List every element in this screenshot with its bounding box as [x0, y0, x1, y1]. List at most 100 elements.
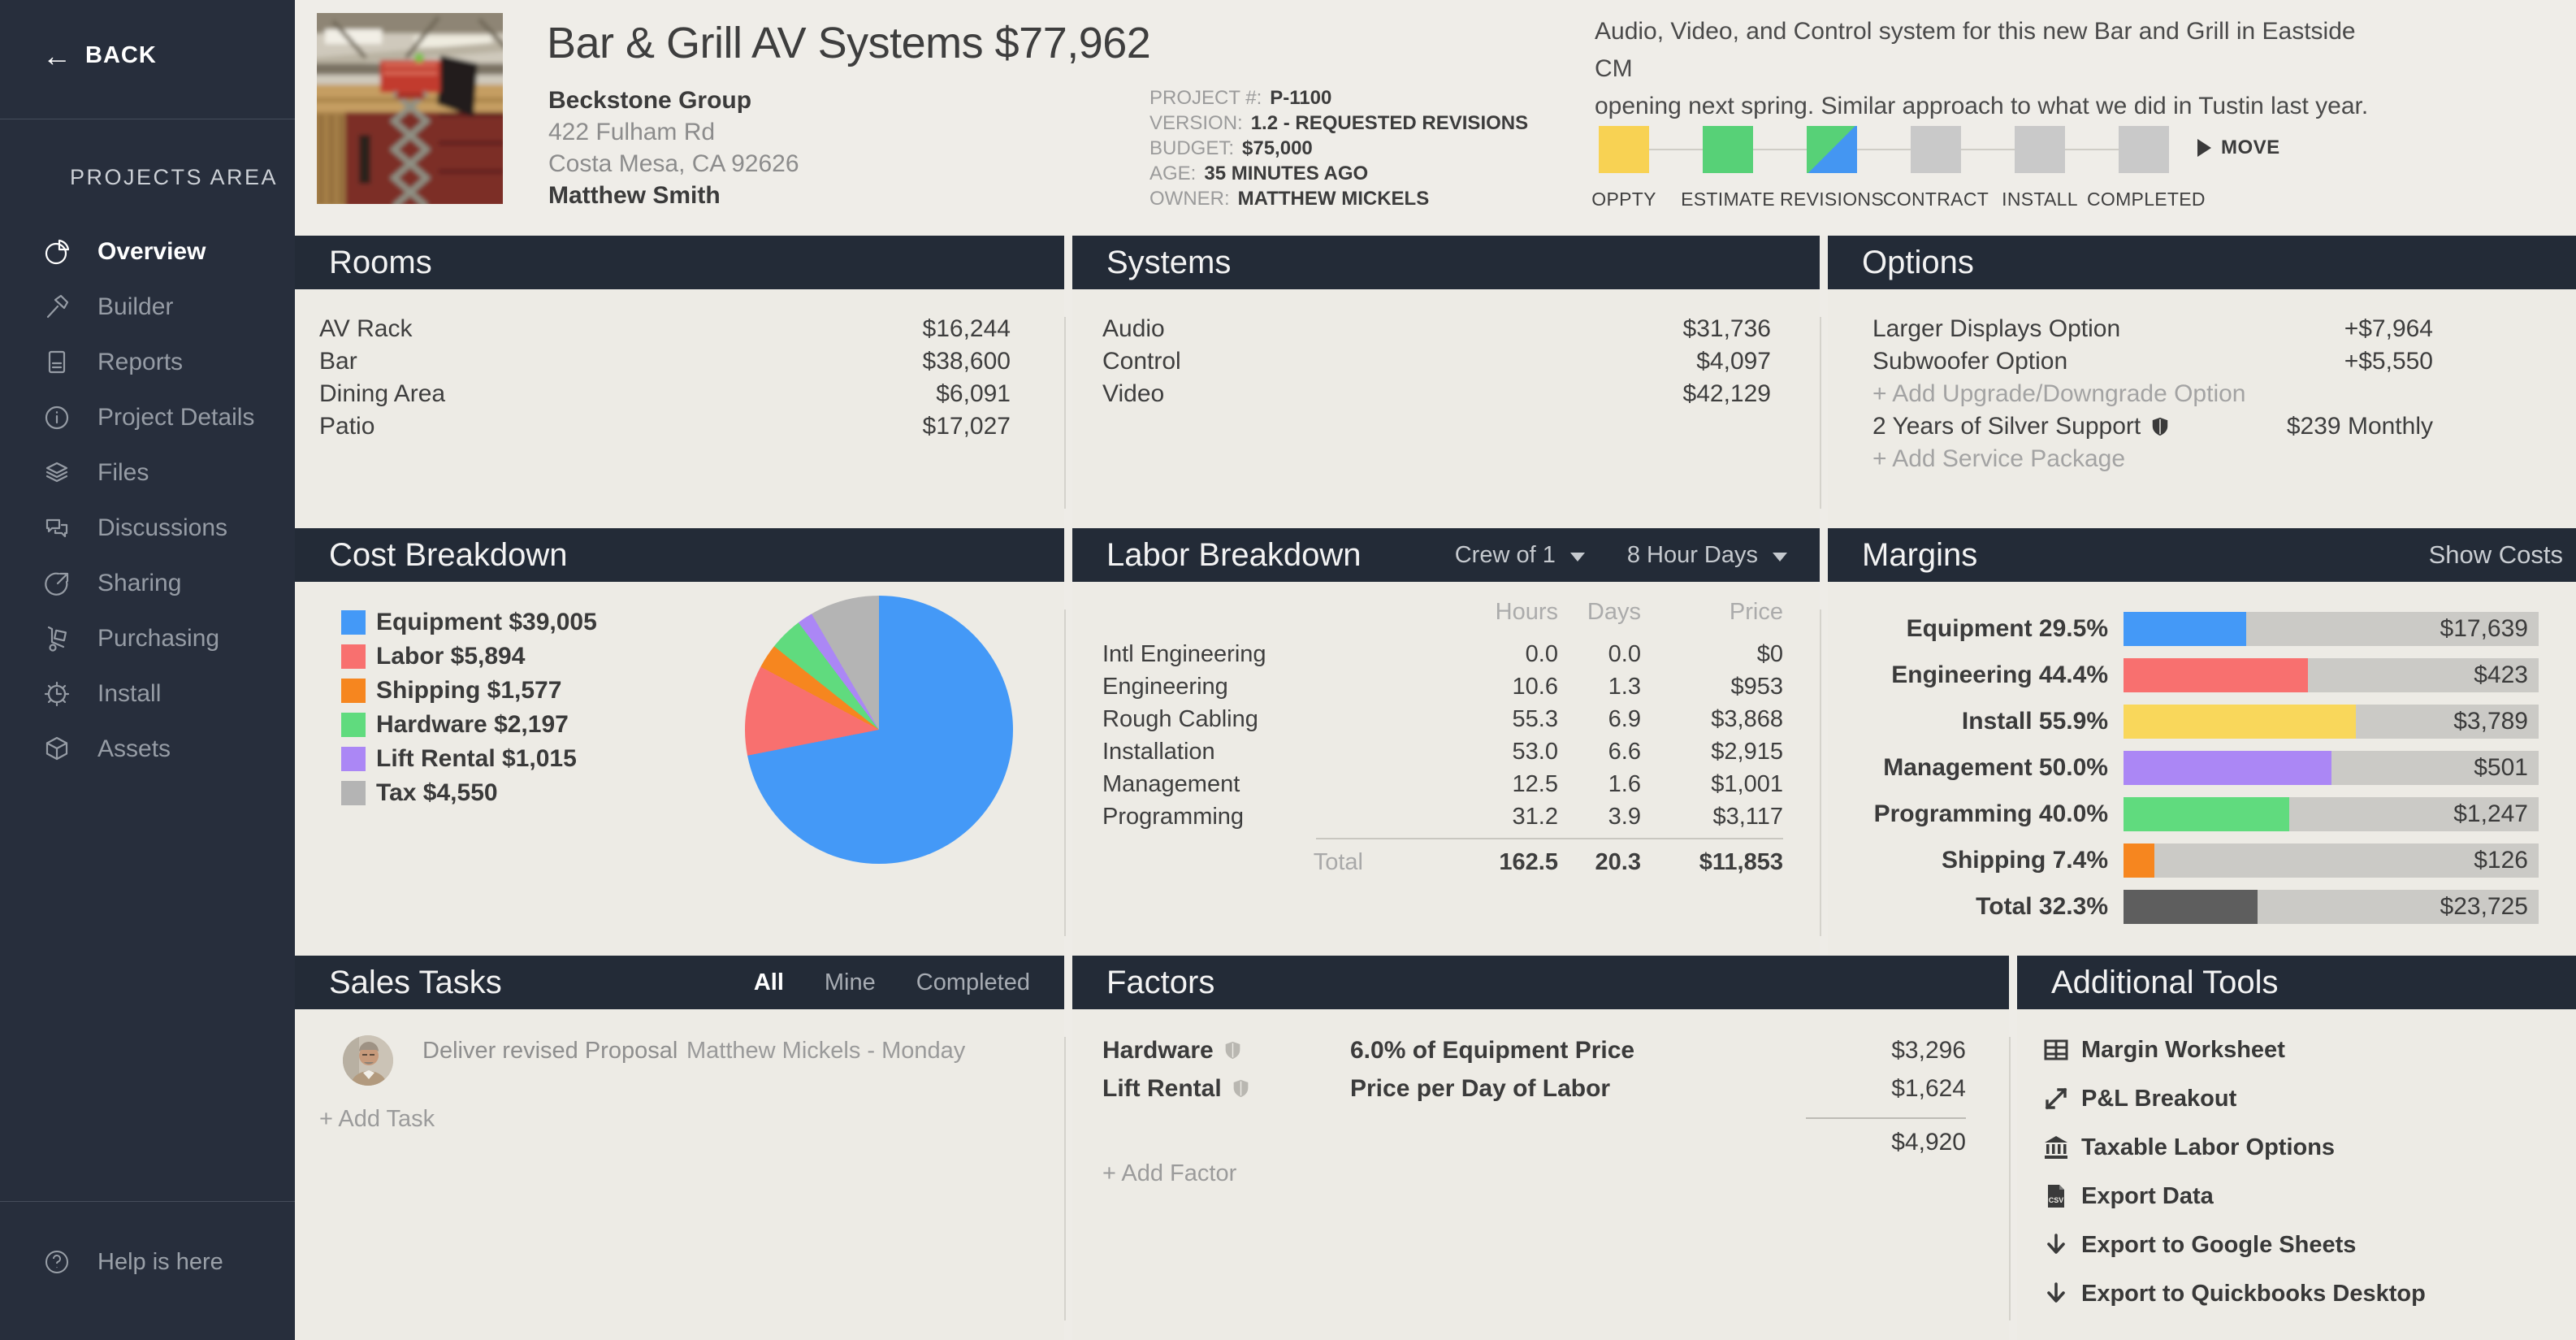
sidebar-item-reports[interactable]: Reports — [0, 335, 295, 390]
move-label: MOVE — [2221, 137, 2280, 159]
sidebar-item-install[interactable]: Install — [0, 666, 295, 722]
tool-label: Export Data — [2081, 1183, 2214, 1210]
tool-pl-breakout[interactable]: P&L Breakout — [2043, 1074, 2576, 1123]
legend-item: Hardware $2,197 — [341, 708, 597, 742]
tool-label: P&L Breakout — [2081, 1086, 2236, 1112]
sidebar-item-label: Reports — [97, 349, 183, 376]
sidebar-item-sharing[interactable]: Sharing — [0, 556, 295, 611]
pipeline-step-estimate[interactable] — [1703, 126, 1753, 173]
margins-panel: Equipment 29.5%$17,639 Engineering 44.4%… — [1828, 582, 2576, 956]
client-block: Beckstone Group 422 Fulham Rd Costa Mesa… — [548, 85, 799, 211]
add-task-link[interactable]: + Add Task — [319, 1106, 435, 1133]
room-row[interactable]: Bar$38,600 — [319, 345, 1011, 378]
add-service-package-link[interactable]: + Add Service Package — [1872, 443, 2433, 475]
room-value: $17,027 — [923, 413, 1011, 440]
labor-row: Management12.51.6$1,001 — [1102, 768, 1783, 800]
factors-title: Factors — [1106, 965, 1214, 1001]
rooms-header: Rooms — [295, 236, 1064, 289]
room-name: Dining Area — [319, 380, 445, 408]
tool-export-google-sheets[interactable]: Export to Google Sheets — [2043, 1221, 2576, 1269]
system-row[interactable]: Video$42,129 — [1102, 378, 1771, 410]
margin-row: Management 50.0%$501 — [1828, 751, 2539, 785]
pipeline-step-contract[interactable] — [1911, 126, 1961, 173]
factor-row: Lift Rental Price per Day of Labor $1,62… — [1102, 1069, 1966, 1108]
project-description: Audio, Video, and Control system for thi… — [1595, 13, 2375, 125]
pipeline-step-label: COMPLETED — [2087, 189, 2201, 210]
system-row[interactable]: Control$4,097 — [1102, 345, 1771, 378]
tab-completed[interactable]: Completed — [916, 969, 1030, 996]
tab-mine[interactable]: Mine — [825, 969, 876, 996]
margin-bar-track: $17,639 — [2124, 612, 2539, 646]
legend-item: Equipment $39,005 — [341, 605, 597, 640]
add-factor-link[interactable]: + Add Factor — [1102, 1160, 1236, 1187]
move-button[interactable]: MOVE — [2197, 137, 2280, 159]
option-row[interactable]: Larger Displays Option+$7,964 — [1872, 313, 2433, 345]
labor-total-hours: 162.5 — [1461, 849, 1558, 876]
system-value: $42,129 — [1683, 380, 1771, 408]
sidebar-item-label: Overview — [97, 238, 206, 266]
margin-value: $423 — [2474, 658, 2528, 692]
legend-label: Tax $4,550 — [376, 779, 498, 807]
room-row[interactable]: Patio$17,027 — [319, 410, 1011, 443]
factor-row: Hardware 6.0% of Equipment Price $3,296 — [1102, 1031, 1966, 1069]
room-row[interactable]: Dining Area$6,091 — [319, 378, 1011, 410]
pipeline-step-completed[interactable] — [2119, 126, 2169, 173]
meta-value: 35 MINUTES AGO — [1204, 163, 1368, 184]
rooms-title: Rooms — [329, 245, 432, 281]
margin-bar-fill — [2124, 843, 2154, 878]
sidebar-item-overview[interactable]: Overview — [0, 224, 295, 280]
sidebar-item-discussions[interactable]: Discussions — [0, 501, 295, 556]
room-row[interactable]: AV Rack$16,244 — [319, 313, 1011, 345]
help-label: Help is here — [97, 1249, 223, 1276]
margin-value: $23,725 — [2440, 890, 2528, 924]
margin-value: $501 — [2474, 751, 2528, 785]
pipeline-step-revisions[interactable] — [1807, 126, 1857, 173]
back-button[interactable]: ← BACK — [42, 42, 157, 69]
sidebar-item-label: Files — [97, 459, 149, 487]
sidebar-item-assets[interactable]: Assets — [0, 722, 295, 777]
system-value: $4,097 — [1696, 348, 1771, 375]
factors-header: Factors — [1072, 956, 2009, 1009]
tool-export-data[interactable]: CSV Export Data — [2043, 1172, 2576, 1221]
room-value: $16,244 — [923, 315, 1011, 343]
tool-taxable-labor-options[interactable]: Taxable Labor Options — [2043, 1123, 2576, 1172]
meta-value: P-1100 — [1270, 87, 1331, 109]
tab-all[interactable]: All — [754, 969, 784, 996]
margin-row: Install 55.9%$3,789 — [1828, 705, 2539, 739]
cost-pie-chart — [745, 596, 1013, 864]
option-row[interactable]: 2 Years of Silver Support $239 Monthly — [1872, 410, 2433, 443]
section-band-3: Sales Tasks All Mine Completed Factors A… — [295, 956, 2576, 1009]
pipeline-connector — [1611, 149, 2155, 150]
option-row[interactable]: Subwoofer Option+$5,550 — [1872, 345, 2433, 378]
legend-label: Labor $5,894 — [376, 643, 525, 670]
share-icon — [42, 569, 71, 598]
show-costs-link[interactable]: Show Costs — [2429, 540, 2576, 570]
option-value: $239 Monthly — [2287, 413, 2433, 440]
margin-row: Shipping 7.4%$126 — [1828, 843, 2539, 878]
task-title[interactable]: Deliver revised Proposal — [422, 1038, 678, 1065]
table-grid-icon — [2043, 1037, 2069, 1063]
day-length-dropdown[interactable]: 8 Hour Days — [1627, 542, 1787, 569]
sidebar-item-builder[interactable]: Builder — [0, 280, 295, 335]
margin-bar-fill — [2124, 751, 2331, 785]
pipeline-step-install[interactable] — [2015, 126, 2065, 173]
breakout-arrows-icon — [2043, 1086, 2069, 1112]
labor-breakdown-panel: Hours Days Price Intl Engineering0.00.0$… — [1072, 582, 1820, 956]
help-button[interactable]: Help is here — [0, 1234, 295, 1290]
tool-export-quickbooks[interactable]: Export to Quickbooks Desktop — [2043, 1269, 2576, 1318]
tool-margin-worksheet[interactable]: Margin Worksheet — [2043, 1026, 2576, 1074]
sidebar-item-files[interactable]: Files — [0, 445, 295, 501]
factor-formula: 6.0% of Equipment Price — [1350, 1037, 1891, 1065]
shield-icon — [2150, 417, 2170, 436]
labor-row: Engineering10.61.3$953 — [1102, 670, 1783, 703]
project-meta: PROJECT #:P-1100 VERSION:1.2 - REQUESTED… — [1149, 85, 1528, 211]
sidebar-item-purchasing[interactable]: Purchasing — [0, 611, 295, 666]
sidebar-item-project-details[interactable]: Project Details — [0, 390, 295, 445]
system-row[interactable]: Audio$31,736 — [1102, 313, 1771, 345]
layers-icon — [42, 458, 71, 488]
add-upgrade-option-link[interactable]: + Add Upgrade/Downgrade Option — [1872, 378, 2433, 410]
labor-table-header: Hours Days Price — [1102, 598, 1783, 626]
pipeline-step-oppty[interactable] — [1599, 126, 1649, 173]
margin-row: Total 32.3%$23,725 — [1828, 890, 2539, 924]
crew-dropdown[interactable]: Crew of 1 — [1455, 542, 1585, 569]
